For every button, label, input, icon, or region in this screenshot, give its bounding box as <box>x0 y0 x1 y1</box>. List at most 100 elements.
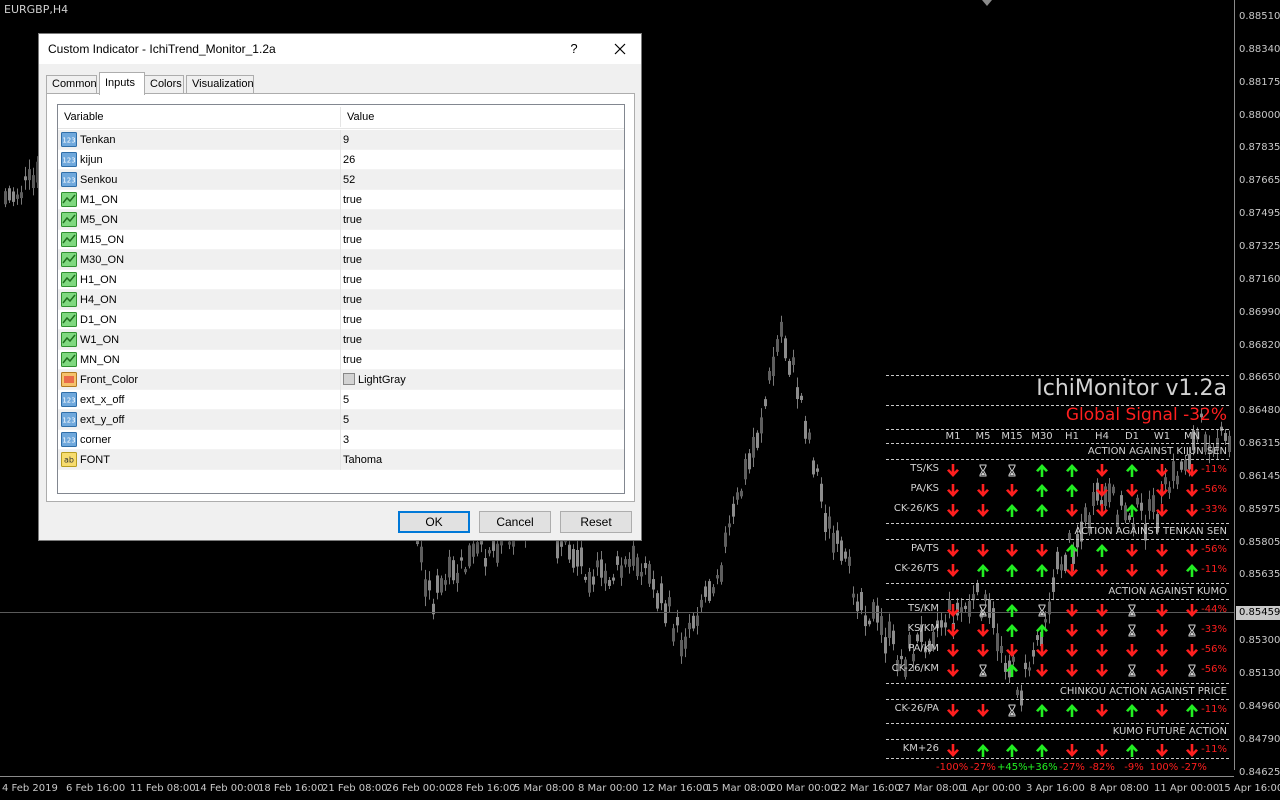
input-row-kijun[interactable]: 123 kijun 26 <box>58 150 624 170</box>
candle-body <box>668 597 671 607</box>
candle-body <box>736 492 739 500</box>
close-button[interactable] <box>605 37 635 61</box>
dialog-titlebar[interactable]: Custom Indicator - IchiTrend_Monitor_1.2… <box>39 34 641 64</box>
price-scale[interactable]: 0.88510 0.88340 0.88175 0.88000 0.87835 0.876… <box>1234 0 1280 778</box>
input-value[interactable]: true <box>343 210 362 230</box>
row-percentage: -33% <box>1201 504 1227 515</box>
input-row-tenkan[interactable]: 123 Tenkan 9 <box>58 130 624 150</box>
price-tick: 0.88000 <box>1239 109 1280 121</box>
input-row-mn-on[interactable]: MN_ON true <box>58 350 624 370</box>
input-row-front-color[interactable]: Front_Color LightGray <box>58 370 624 390</box>
candle-body <box>468 545 471 567</box>
candle-body <box>720 565 723 582</box>
bool-icon <box>61 212 77 227</box>
candle-body <box>804 420 807 439</box>
input-variable-name: Senkou <box>80 174 118 186</box>
candle-body <box>712 587 715 594</box>
input-value[interactable]: true <box>343 350 362 370</box>
input-value[interactable]: 52 <box>343 170 355 190</box>
signal-cell <box>1147 642 1177 658</box>
help-button[interactable]: ? <box>563 37 585 61</box>
input-value[interactable]: 9 <box>343 130 349 150</box>
input-row-font[interactable]: ab FONT Tahoma <box>58 450 624 470</box>
input-variable-name: H1_ON <box>80 274 117 286</box>
arrow-down-icon <box>1006 643 1018 657</box>
input-value[interactable]: 5 <box>343 410 349 430</box>
timeframe-total: -27% <box>970 762 996 773</box>
reset-button[interactable]: Reset <box>560 511 632 533</box>
arrow-down-icon <box>1186 463 1198 477</box>
signal-cell <box>1147 662 1177 678</box>
arrow-down-icon <box>947 563 959 577</box>
candle-body <box>448 556 451 578</box>
price-tick: 0.85130 <box>1239 668 1280 679</box>
input-variable-name: ext_x_off <box>80 394 125 406</box>
signal-cell <box>938 742 968 758</box>
color-icon <box>61 372 77 387</box>
input-row-m15-on[interactable]: M15_ON true <box>58 230 624 250</box>
arrow-up-icon <box>1006 623 1018 637</box>
input-row-m5-on[interactable]: M5_ON true <box>58 210 624 230</box>
tab-visualization[interactable]: Visualization <box>186 75 254 94</box>
panel-divider <box>886 443 1229 444</box>
signal-cell <box>938 602 968 618</box>
arrow-down-icon <box>947 463 959 477</box>
input-row-d1-on[interactable]: D1_ON true <box>58 310 624 330</box>
input-value[interactable]: true <box>343 270 362 290</box>
signal-cell <box>938 622 968 638</box>
candle-body <box>608 580 611 586</box>
inputs-grid: Variable Value 123 Tenkan 9 123 kijun 26 123 Se… <box>57 104 625 494</box>
input-value[interactable]: true <box>343 330 362 350</box>
candle-body <box>472 543 475 557</box>
input-value[interactable]: true <box>343 230 362 250</box>
ok-button[interactable]: OK <box>398 511 470 533</box>
input-value[interactable]: 5 <box>343 390 349 410</box>
arrow-up-icon <box>1036 623 1048 637</box>
input-row-m30-on[interactable]: M30_ON true <box>58 250 624 270</box>
column-header-value[interactable]: Value <box>341 105 624 129</box>
input-row-ext-x-off[interactable]: 123 ext_x_off 5 <box>58 390 624 410</box>
input-value[interactable]: true <box>343 290 362 310</box>
signal-cell <box>1147 502 1177 518</box>
input-row-h1-on[interactable]: H1_ON true <box>58 270 624 290</box>
timeframe-total: -82% <box>1089 762 1115 773</box>
input-row-ext-y-off[interactable]: 123 ext_y_off 5 <box>58 410 624 430</box>
signal-cell <box>1117 742 1147 758</box>
hourglass-icon <box>1128 604 1136 616</box>
input-value[interactable]: true <box>343 310 362 330</box>
input-value[interactable]: 3 <box>343 430 349 450</box>
tab-common[interactable]: Common <box>46 75 97 94</box>
input-row-senkou[interactable]: 123 Senkou 52 <box>58 170 624 190</box>
input-value[interactable]: true <box>343 190 362 210</box>
signal-cell <box>1117 542 1147 558</box>
tab-inputs[interactable]: Inputs <box>99 72 145 95</box>
column-header-variable[interactable]: Variable <box>58 105 340 129</box>
candle-body <box>784 338 787 359</box>
input-variable-name: Front_Color <box>80 374 139 386</box>
input-row-corner[interactable]: 123 corner 3 <box>58 430 624 450</box>
input-row-m1-on[interactable]: M1_ON true <box>58 190 624 210</box>
chart-shift-marker[interactable] <box>982 0 992 6</box>
input-value[interactable]: 26 <box>343 150 355 170</box>
time-axis[interactable]: 4 Feb 2019 6 Feb 16:00 11 Feb 08:00 14 Feb … <box>0 776 1280 800</box>
input-value[interactable]: Tahoma <box>343 450 382 470</box>
signal-cell <box>1027 562 1057 578</box>
signal-cell <box>1147 562 1177 578</box>
signal-cell <box>1027 742 1057 758</box>
cancel-button[interactable]: Cancel <box>479 511 551 533</box>
input-row-h4-on[interactable]: H4_ON true <box>58 290 624 310</box>
arrow-up-icon <box>1126 463 1138 477</box>
signal-cell <box>1147 742 1177 758</box>
tab-colors[interactable]: Colors <box>144 75 184 94</box>
input-value[interactable]: true <box>343 250 362 270</box>
candle-body <box>648 564 651 584</box>
input-value[interactable]: LightGray <box>343 370 406 390</box>
signal-cell <box>968 742 998 758</box>
arrow-down-icon <box>1156 563 1168 577</box>
time-tick: 15 Apr 16:00 <box>1218 783 1280 794</box>
arrow-down-icon <box>947 543 959 557</box>
input-row-w1-on[interactable]: W1_ON true <box>58 330 624 350</box>
candle-body <box>744 459 747 480</box>
row-percentage: -56% <box>1201 644 1227 655</box>
arrow-up-icon <box>1036 563 1048 577</box>
